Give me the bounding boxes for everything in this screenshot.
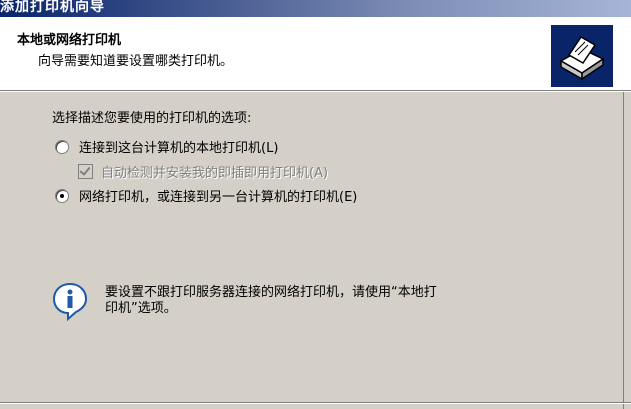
auto-detect-option: 自动检测并安装我的即插即用打印机(A) — [78, 162, 328, 181]
right-border — [623, 92, 624, 409]
auto-detect-checkbox — [78, 164, 93, 179]
info-note: 要设置不跟打印服务器连接的网络打印机，请使用“本地打 印机”选项。 — [105, 285, 437, 317]
page-subtitle: 向导需要知道要设置哪类打印机。 — [38, 54, 234, 69]
local-printer-option[interactable]: 连接到这台计算机的本地打印机(L) — [55, 137, 278, 156]
add-printer-wizard-window: 添加打印机向导 本地或网络打印机 向导需要知道要设置哪类打印机。 选择描述您要使… — [0, 0, 631, 409]
page-title: 本地或网络打印机 — [17, 33, 122, 48]
bottom-divider — [0, 402, 631, 404]
auto-detect-label: 自动检测并安装我的即插即用打印机(A) — [101, 166, 329, 181]
network-printer-label: 网络打印机，或连接到另一台计算机的打印机(E) — [79, 190, 358, 205]
local-printer-radio[interactable] — [55, 139, 69, 154]
option-prompt: 选择描述您要使用的打印机的选项: — [52, 111, 252, 126]
wizard-header: 本地或网络打印机 向导需要知道要设置哪类打印机。 — [0, 17, 631, 90]
title-bar[interactable]: 添加打印机向导 — [0, 0, 631, 17]
local-printer-label: 连接到这台计算机的本地打印机(L) — [79, 141, 279, 156]
header-divider — [0, 90, 631, 92]
info-note-line-2: 印机”选项。 — [105, 301, 177, 316]
window-title: 添加打印机向导 — [0, 0, 105, 15]
network-printer-radio[interactable] — [55, 188, 69, 203]
printer-wizard-icon — [551, 25, 613, 87]
info-icon — [52, 281, 88, 322]
info-note-line-1: 要设置不跟打印服务器连接的网络打印机，请使用“本地打 — [105, 285, 437, 300]
network-printer-option[interactable]: 网络打印机，或连接到另一台计算机的打印机(E) — [55, 186, 357, 205]
